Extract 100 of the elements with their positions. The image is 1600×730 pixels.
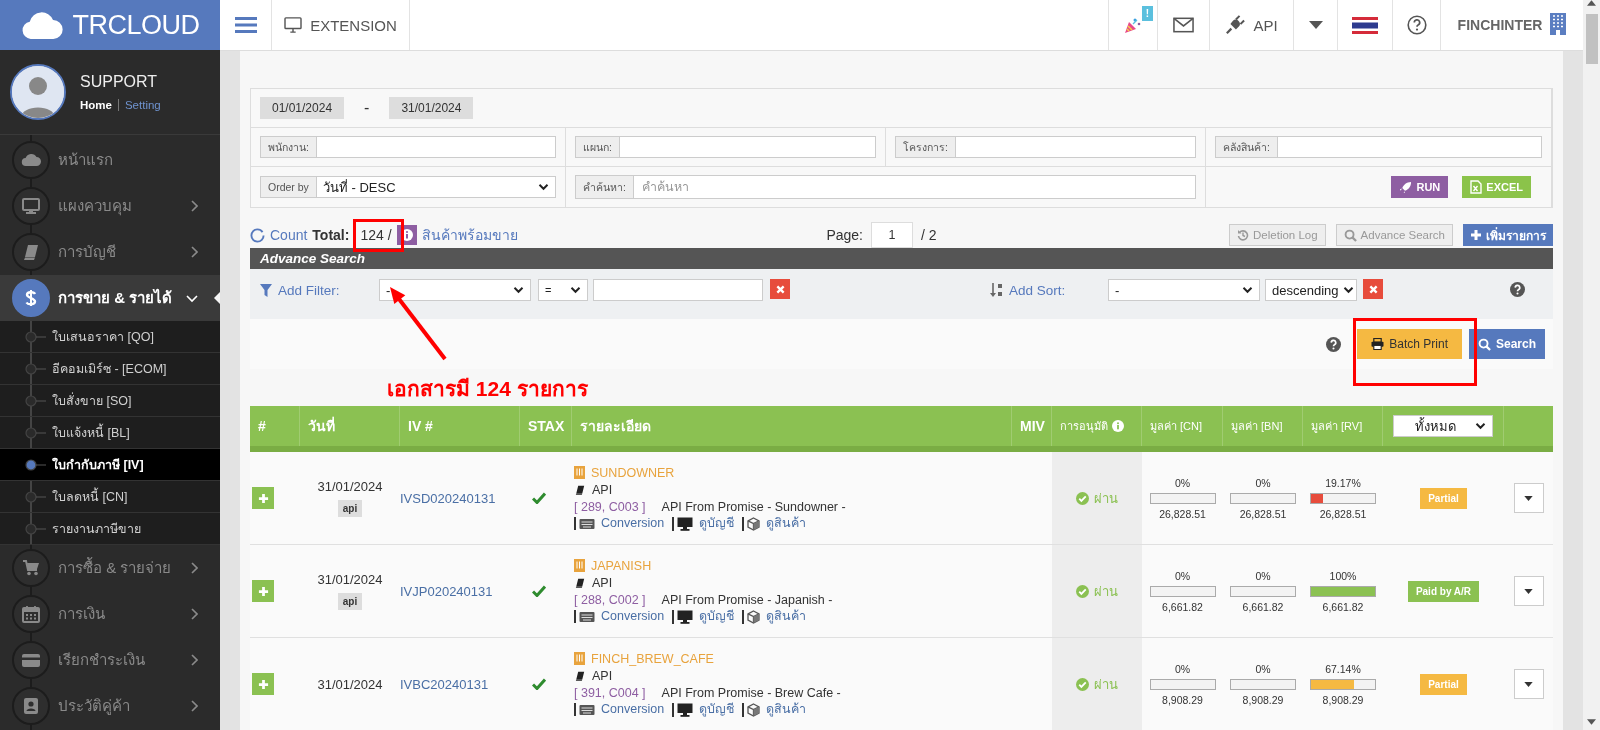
total-label: Total:	[312, 227, 350, 243]
submenu-item[interactable]: ใบกำกับภาษี [IV]	[0, 449, 220, 481]
row-actions-button[interactable]	[1513, 669, 1544, 699]
sort-order-select[interactable]: descending	[1265, 279, 1357, 301]
sidebar-item[interactable]: การขาย & รายได้	[0, 275, 220, 321]
chevron-down-icon	[538, 183, 549, 191]
amount-text: 8,908.29	[1322, 693, 1364, 706]
view-product-link[interactable]: ดูสินค้า	[742, 702, 807, 717]
status-badge: Partial	[1420, 673, 1467, 695]
approval-status: ผ่าน	[1076, 580, 1118, 602]
sidebar-item[interactable]: การบัญชี	[0, 229, 220, 275]
scroll-down-icon	[1587, 719, 1596, 725]
input-field[interactable]	[316, 136, 556, 158]
search-field[interactable]: คำค้นหา	[633, 175, 1196, 199]
search-button[interactable]: Search	[1468, 329, 1545, 359]
conversion-link[interactable]: Conversion	[574, 517, 665, 530]
view-product-link[interactable]: ดูสินค้า	[742, 609, 807, 624]
notification-badge: !	[1141, 6, 1153, 21]
amount-text: 26,828.51	[1239, 507, 1287, 520]
annotation-box	[353, 219, 404, 252]
amount-text: 8,908.29	[1242, 693, 1284, 706]
remove-filter-button[interactable]	[770, 279, 790, 299]
logo[interactable]: TRCLOUD	[0, 0, 220, 50]
caret-down-icon	[1524, 588, 1533, 594]
info-icon[interactable]	[396, 225, 417, 245]
field-label: พนักงาน:	[260, 136, 317, 158]
help-icon[interactable]	[1326, 336, 1342, 352]
submenu-item[interactable]: อีคอมเมิร์ซ - [ECOM]	[0, 353, 220, 385]
amount-text: 26,828.51	[1159, 507, 1206, 520]
row-actions-button[interactable]	[1513, 576, 1544, 606]
building-icon	[574, 652, 585, 665]
sidebar-item[interactable]: หน้าแรก	[0, 137, 220, 183]
expand-row-button[interactable]	[252, 487, 274, 509]
sidebar-item[interactable]: เรียกชำระเงิน	[0, 637, 220, 683]
view-account-link[interactable]: ดูบัญชี	[672, 609, 735, 624]
invoice-link[interactable]: IVBC20240131	[400, 676, 489, 692]
add-filter-label: Add Filter:	[260, 279, 379, 301]
percent-label: 0%	[1174, 662, 1191, 675]
view-account-link[interactable]: ดูบัญชี	[672, 516, 735, 531]
percent-label: 0%	[1174, 476, 1191, 489]
home-link[interactable]: Home	[80, 99, 112, 111]
batch-print-button[interactable]: Batch Print	[1357, 329, 1462, 359]
status-filter-select[interactable]: ทั้งหมด	[1393, 415, 1493, 437]
info-icon[interactable]	[1112, 420, 1124, 432]
check-circle-icon	[1076, 584, 1089, 598]
remove-sort-button[interactable]	[1363, 279, 1383, 299]
setting-link[interactable]: Setting	[124, 99, 161, 111]
add-item-button[interactable]: เพิ่มรายการ	[1463, 224, 1553, 246]
sidebar-item[interactable]: การเงิน	[0, 591, 220, 637]
building-icon	[574, 466, 585, 479]
expand-row-button[interactable]	[252, 673, 274, 695]
amount-text: 26,828.51	[1319, 507, 1367, 520]
view-account-link[interactable]: ดูบัญชี	[672, 702, 735, 717]
input-field[interactable]	[1277, 136, 1542, 158]
scrollbar-thumb[interactable]	[1585, 14, 1598, 64]
sidebar-item[interactable]: การซื้อ & รายจ่าย	[0, 545, 220, 591]
chevron-down-icon	[1475, 422, 1486, 430]
filter-operator-select[interactable]: =	[538, 279, 588, 301]
expand-row-button[interactable]	[252, 580, 274, 602]
plus-icon	[257, 492, 269, 504]
invoice-link[interactable]: IVSD020240131	[400, 490, 496, 506]
run-button[interactable]: RUN	[1391, 176, 1449, 198]
invoice-link[interactable]: IVJP020240131	[400, 583, 493, 599]
cube-icon	[747, 702, 761, 717]
submenu-item[interactable]: ใบเสนอราคา [QO]	[0, 321, 220, 353]
conversion-link[interactable]: Conversion	[574, 703, 665, 716]
book-icon	[574, 576, 586, 589]
submenu-item[interactable]: รายงานภาษีขาย	[0, 513, 220, 545]
api-button[interactable]: API	[1210, 0, 1294, 50]
count-link[interactable]: Count	[270, 227, 308, 243]
date-from-field[interactable]: 01/01/2024	[260, 97, 345, 119]
total-count: 124 /	[360, 227, 392, 243]
page-field[interactable]: 1	[871, 222, 913, 248]
order-by-select[interactable]: วันที่ - DESC	[316, 176, 556, 198]
field-label: Order by	[260, 176, 317, 198]
stock-link[interactable]: สินค้าพร้อมขาย	[421, 224, 518, 246]
plus-icon	[1470, 229, 1482, 241]
submenu-item[interactable]: ใบลดหนี้ [CN]	[0, 481, 220, 513]
sort-field-select[interactable]: -	[1108, 279, 1260, 301]
sidebar-item[interactable]: ประวัติคู่ค้า	[0, 683, 220, 729]
input-field[interactable]	[955, 136, 1196, 158]
submenu-item[interactable]: ใบสั่งขาย [SO]	[0, 385, 220, 417]
help-icon[interactable]	[1510, 282, 1525, 297]
company-button[interactable]: FINCHINTER	[1441, 0, 1583, 50]
view-product-link[interactable]: ดูสินค้า	[742, 516, 807, 531]
keyboard-icon	[579, 517, 595, 530]
filter-field-select[interactable]: -	[379, 279, 531, 301]
row-actions-button[interactable]	[1513, 483, 1544, 513]
sidebar-item[interactable]: แผงควบคุม	[0, 183, 220, 229]
filter-value-field[interactable]	[593, 279, 763, 301]
column-header: IV #	[400, 406, 520, 446]
status-badge: Partial	[1420, 487, 1467, 509]
scrollbar[interactable]	[1583, 0, 1600, 730]
description-text: API From Promise - Japanish -	[661, 592, 833, 607]
column-header: STAX	[520, 406, 572, 446]
date-to-field[interactable]: 31/01/2024	[389, 97, 474, 119]
input-field[interactable]	[619, 136, 876, 158]
conversion-link[interactable]: Conversion	[574, 610, 665, 623]
percent-label: 0%	[1255, 662, 1271, 675]
extension-button[interactable]: EXTENSION	[272, 0, 410, 50]
